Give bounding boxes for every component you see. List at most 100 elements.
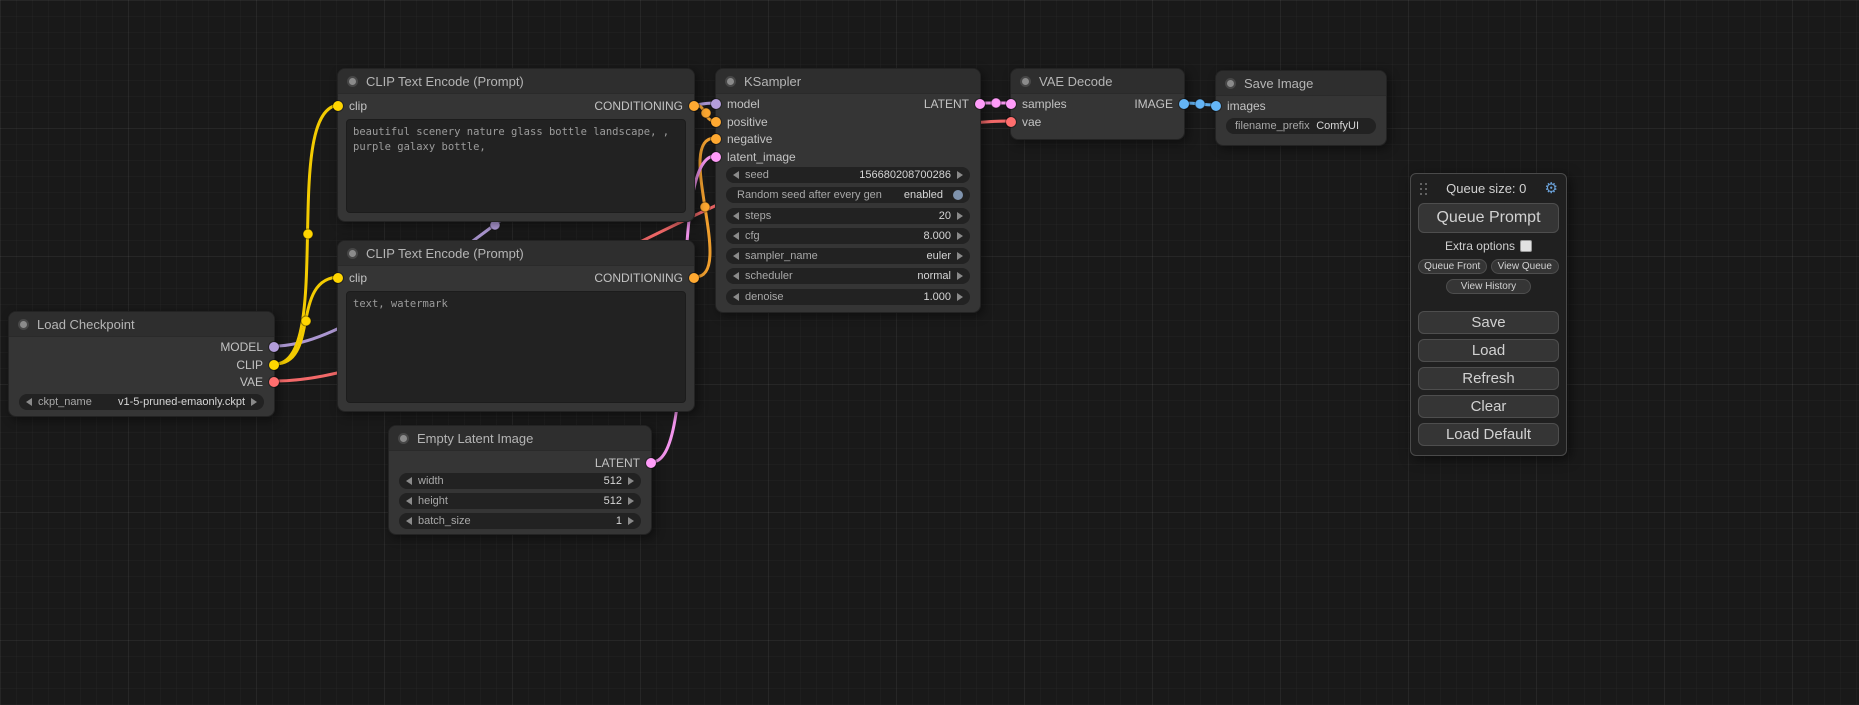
input-slot-vae[interactable]: vae: [1013, 115, 1041, 129]
latent-output-dot[interactable]: [646, 458, 656, 468]
output-slot-conditioning[interactable]: CONDITIONING: [594, 99, 692, 113]
increment-arrow-icon[interactable]: [628, 477, 634, 485]
collapse-dot-icon[interactable]: [398, 433, 409, 444]
decrement-arrow-icon[interactable]: [26, 398, 32, 406]
widget-denoise[interactable]: denoise 1.000: [726, 289, 970, 305]
increment-arrow-icon[interactable]: [251, 398, 257, 406]
save-button[interactable]: Save: [1418, 311, 1559, 334]
output-slot-image[interactable]: IMAGE: [1134, 97, 1182, 111]
input-slot-positive[interactable]: positive: [718, 115, 768, 129]
output-slot-clip[interactable]: CLIP: [236, 358, 272, 372]
node-title-bar[interactable]: KSampler: [716, 69, 980, 94]
decrement-arrow-icon[interactable]: [733, 232, 739, 240]
queue-prompt-button[interactable]: Queue Prompt: [1418, 203, 1559, 233]
input-slot-clip[interactable]: clip: [340, 271, 367, 285]
conditioning-output-dot[interactable]: [689, 101, 699, 111]
widget-cfg[interactable]: cfg 8.000: [726, 228, 970, 244]
node-empty-latent-image[interactable]: Empty Latent Image LATENT width 512 heig…: [388, 425, 652, 535]
input-slot-latent-image[interactable]: latent_image: [718, 150, 796, 164]
input-slot-negative[interactable]: negative: [718, 132, 772, 146]
increment-arrow-icon[interactable]: [957, 171, 963, 179]
node-ksampler[interactable]: KSampler model positive negative latent_…: [715, 68, 981, 313]
increment-arrow-icon[interactable]: [957, 293, 963, 301]
node-clip-text-encode-positive[interactable]: CLIP Text Encode (Prompt) clip CONDITION…: [337, 68, 695, 222]
widget-sampler-name[interactable]: sampler_name euler: [726, 248, 970, 264]
conditioning-output-dot[interactable]: [689, 273, 699, 283]
collapse-dot-icon[interactable]: [347, 248, 358, 259]
load-button[interactable]: Load: [1418, 339, 1559, 362]
increment-arrow-icon[interactable]: [628, 517, 634, 525]
collapse-dot-icon[interactable]: [725, 76, 736, 87]
clip-output-dot[interactable]: [269, 360, 279, 370]
clip-input-dot[interactable]: [333, 101, 343, 111]
model-input-dot[interactable]: [711, 99, 721, 109]
node-title-bar[interactable]: Save Image: [1216, 71, 1386, 96]
increment-arrow-icon[interactable]: [957, 252, 963, 260]
widget-filename-prefix[interactable]: filename_prefix ComfyUI: [1226, 118, 1376, 134]
collapse-dot-icon[interactable]: [18, 319, 29, 330]
input-slot-samples[interactable]: samples: [1013, 97, 1067, 111]
widget-height[interactable]: height 512: [399, 493, 641, 509]
prompt-textarea[interactable]: text, watermark: [346, 291, 686, 403]
decrement-arrow-icon[interactable]: [406, 477, 412, 485]
node-save-image[interactable]: Save Image images filename_prefix ComfyU…: [1215, 70, 1387, 146]
node-title-bar[interactable]: VAE Decode: [1011, 69, 1184, 94]
node-clip-text-encode-negative[interactable]: CLIP Text Encode (Prompt) clip CONDITION…: [337, 240, 695, 412]
node-title-bar[interactable]: Empty Latent Image: [389, 426, 651, 451]
node-title-bar[interactable]: CLIP Text Encode (Prompt): [338, 69, 694, 94]
toggle-knob-icon[interactable]: [953, 190, 963, 200]
clear-button[interactable]: Clear: [1418, 395, 1559, 418]
output-slot-vae[interactable]: VAE: [240, 375, 272, 389]
image-output-dot[interactable]: [1179, 99, 1189, 109]
collapse-dot-icon[interactable]: [1225, 78, 1236, 89]
collapse-dot-icon[interactable]: [1020, 76, 1031, 87]
load-default-button[interactable]: Load Default: [1418, 423, 1559, 446]
vae-output-dot[interactable]: [269, 377, 279, 387]
increment-arrow-icon[interactable]: [957, 212, 963, 220]
latent-input-dot[interactable]: [1006, 99, 1016, 109]
extra-options-checkbox[interactable]: [1520, 240, 1532, 252]
widget-ckpt-name[interactable]: ckpt_name v1-5-pruned-emaonly.ckpt: [19, 394, 264, 410]
widget-steps[interactable]: steps 20: [726, 208, 970, 224]
widget-batch-size[interactable]: batch_size 1: [399, 513, 641, 529]
increment-arrow-icon[interactable]: [957, 272, 963, 280]
widget-random-seed-toggle[interactable]: Random seed after every gen enabled: [726, 187, 970, 203]
queue-front-button[interactable]: Queue Front: [1418, 259, 1487, 274]
node-title-bar[interactable]: CLIP Text Encode (Prompt): [338, 241, 694, 266]
input-slot-model[interactable]: model: [718, 97, 760, 111]
drag-handle-icon[interactable]: [1419, 182, 1428, 195]
decrement-arrow-icon[interactable]: [406, 497, 412, 505]
conditioning-input-dot[interactable]: [711, 117, 721, 127]
output-slot-latent[interactable]: LATENT: [924, 97, 978, 111]
widget-seed[interactable]: seed 156680208700286: [726, 167, 970, 183]
node-load-checkpoint[interactable]: Load Checkpoint MODEL CLIP VAE ckpt_name…: [8, 311, 275, 417]
output-slot-latent[interactable]: LATENT: [595, 456, 649, 470]
decrement-arrow-icon[interactable]: [406, 517, 412, 525]
widget-scheduler[interactable]: scheduler normal: [726, 268, 970, 284]
view-queue-button[interactable]: View Queue: [1491, 259, 1560, 274]
decrement-arrow-icon[interactable]: [733, 212, 739, 220]
settings-gear-icon[interactable]: ⚙: [1545, 181, 1558, 196]
vae-input-dot[interactable]: [1006, 117, 1016, 127]
image-input-dot[interactable]: [1211, 101, 1221, 111]
graph-canvas[interactable]: { "icons": { "gear": "⚙" }, "colors": { …: [0, 0, 1859, 705]
model-output-dot[interactable]: [269, 342, 279, 352]
output-slot-conditioning[interactable]: CONDITIONING: [594, 271, 692, 285]
widget-width[interactable]: width 512: [399, 473, 641, 489]
input-slot-clip[interactable]: clip: [340, 99, 367, 113]
increment-arrow-icon[interactable]: [957, 232, 963, 240]
input-slot-images[interactable]: images: [1218, 99, 1266, 113]
latent-output-dot[interactable]: [975, 99, 985, 109]
clip-input-dot[interactable]: [333, 273, 343, 283]
node-vae-decode[interactable]: VAE Decode samples vae IMAGE: [1010, 68, 1185, 140]
decrement-arrow-icon[interactable]: [733, 272, 739, 280]
prompt-textarea[interactable]: beautiful scenery nature glass bottle la…: [346, 119, 686, 213]
decrement-arrow-icon[interactable]: [733, 171, 739, 179]
decrement-arrow-icon[interactable]: [733, 252, 739, 260]
view-history-button[interactable]: View History: [1446, 279, 1531, 294]
increment-arrow-icon[interactable]: [628, 497, 634, 505]
decrement-arrow-icon[interactable]: [733, 293, 739, 301]
latent-input-dot[interactable]: [711, 152, 721, 162]
node-title-bar[interactable]: Load Checkpoint: [9, 312, 274, 337]
conditioning-input-dot[interactable]: [711, 134, 721, 144]
